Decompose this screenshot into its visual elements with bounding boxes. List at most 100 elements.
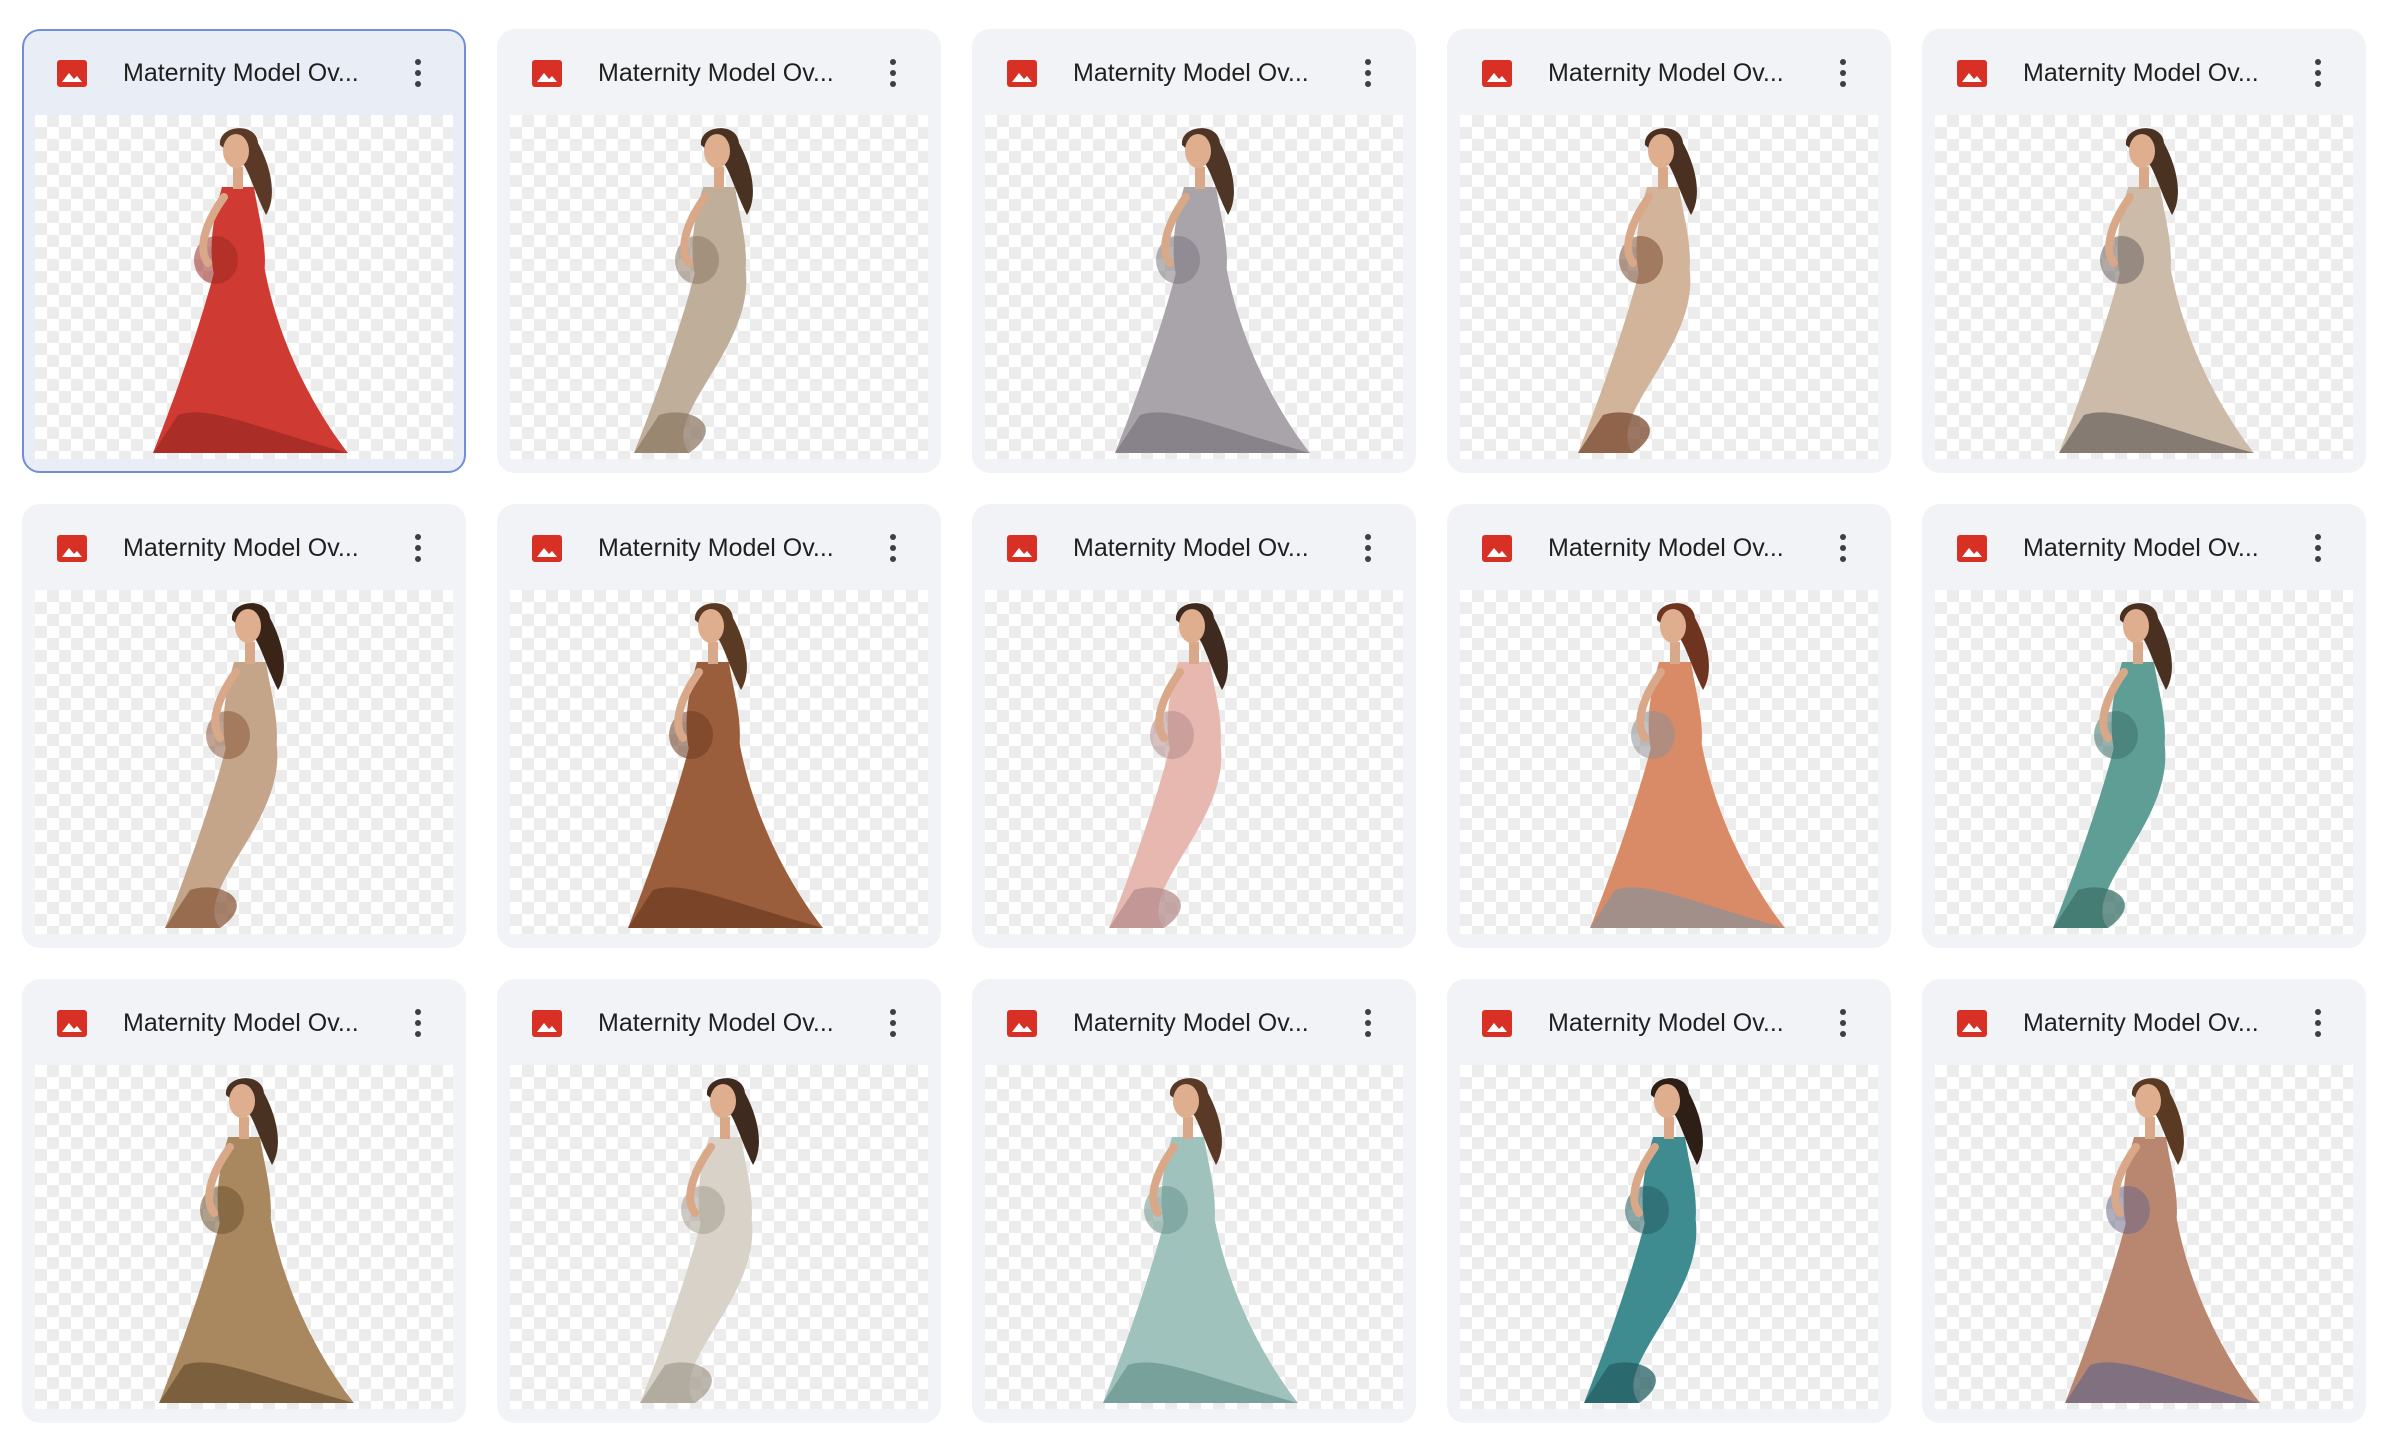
file-title: Maternity Model Ov... xyxy=(123,1009,359,1037)
more-actions-button[interactable] xyxy=(2298,51,2338,95)
file-thumbnail[interactable] xyxy=(1935,115,2353,459)
file-card-header: Maternity Model Ov... xyxy=(1922,29,2366,115)
file-thumbnail[interactable] xyxy=(510,1065,928,1409)
file-thumbnail[interactable] xyxy=(35,115,453,459)
image-file-icon xyxy=(1007,535,1037,562)
file-card[interactable]: Maternity Model Ov... xyxy=(972,504,1416,948)
more-dot-icon xyxy=(415,545,421,551)
file-card[interactable]: Maternity Model Ov... xyxy=(497,504,941,948)
file-card[interactable]: Maternity Model Ov... xyxy=(497,979,941,1423)
more-actions-button[interactable] xyxy=(398,526,438,570)
more-actions-button[interactable] xyxy=(1348,51,1388,95)
image-file-icon xyxy=(1007,1010,1037,1037)
more-dot-icon xyxy=(415,534,421,540)
more-actions-button[interactable] xyxy=(1348,526,1388,570)
file-card[interactable]: Maternity Model Ov... xyxy=(972,29,1416,473)
file-thumbnail[interactable] xyxy=(985,1065,1403,1409)
file-thumbnail[interactable] xyxy=(985,590,1403,934)
model-figure xyxy=(2053,603,2172,928)
file-thumbnail[interactable] xyxy=(1935,1065,2353,1409)
file-card-header: Maternity Model Ov... xyxy=(1447,504,1891,590)
model-figure xyxy=(165,603,284,928)
model-figure xyxy=(1578,128,1697,453)
model-figure xyxy=(1103,1078,1298,1403)
file-card-header: Maternity Model Ov... xyxy=(1922,504,2366,590)
more-dot-icon xyxy=(1840,556,1846,562)
file-thumbnail[interactable] xyxy=(1460,1065,1878,1409)
more-dot-icon xyxy=(890,1020,896,1026)
more-actions-button[interactable] xyxy=(873,526,913,570)
more-dot-icon xyxy=(415,70,421,76)
file-thumbnail[interactable] xyxy=(35,1065,453,1409)
more-actions-button[interactable] xyxy=(873,1001,913,1045)
more-dot-icon xyxy=(1840,1031,1846,1037)
file-thumbnail[interactable] xyxy=(35,590,453,934)
model-figure xyxy=(634,128,753,453)
more-dot-icon xyxy=(890,1031,896,1037)
more-dot-icon xyxy=(1840,1020,1846,1026)
more-actions-button[interactable] xyxy=(2298,1001,2338,1045)
file-card[interactable]: Maternity Model Ov... xyxy=(497,29,941,473)
more-dot-icon xyxy=(1365,1009,1371,1015)
file-card[interactable]: Maternity Model Ov... xyxy=(22,29,466,473)
more-actions-button[interactable] xyxy=(873,51,913,95)
file-title: Maternity Model Ov... xyxy=(2023,1009,2259,1037)
file-thumbnail[interactable] xyxy=(1460,590,1878,934)
more-dot-icon xyxy=(1365,1031,1371,1037)
file-card-header: Maternity Model Ov... xyxy=(22,504,466,590)
file-card[interactable]: Maternity Model Ov... xyxy=(1447,29,1891,473)
image-file-icon xyxy=(57,1010,87,1037)
more-dot-icon xyxy=(415,1031,421,1037)
more-actions-button[interactable] xyxy=(1823,51,1863,95)
file-card[interactable]: Maternity Model Ov... xyxy=(22,979,466,1423)
more-dot-icon xyxy=(1840,1009,1846,1015)
image-file-icon xyxy=(532,60,562,87)
more-dot-icon xyxy=(2315,534,2321,540)
image-file-icon xyxy=(1957,60,1987,87)
more-dot-icon xyxy=(890,556,896,562)
file-thumbnail[interactable] xyxy=(1460,115,1878,459)
model-figure xyxy=(2065,1078,2260,1403)
file-card-header: Maternity Model Ov... xyxy=(497,29,941,115)
more-dot-icon xyxy=(1365,70,1371,76)
file-thumbnail[interactable] xyxy=(985,115,1403,459)
file-card[interactable]: Maternity Model Ov... xyxy=(972,979,1416,1423)
file-thumbnail[interactable] xyxy=(510,590,928,934)
file-thumbnail[interactable] xyxy=(510,115,928,459)
file-card[interactable]: Maternity Model Ov... xyxy=(1922,504,2366,948)
more-dot-icon xyxy=(890,70,896,76)
file-card-header: Maternity Model Ov... xyxy=(1447,979,1891,1065)
more-dot-icon xyxy=(1365,545,1371,551)
file-title: Maternity Model Ov... xyxy=(598,1009,834,1037)
more-dot-icon xyxy=(415,1009,421,1015)
file-thumbnail[interactable] xyxy=(1935,590,2353,934)
file-card[interactable]: Maternity Model Ov... xyxy=(1447,979,1891,1423)
more-actions-button[interactable] xyxy=(398,51,438,95)
more-dot-icon xyxy=(890,1009,896,1015)
file-title: Maternity Model Ov... xyxy=(2023,534,2259,562)
more-dot-icon xyxy=(1840,59,1846,65)
file-card[interactable]: Maternity Model Ov... xyxy=(1922,979,2366,1423)
file-card[interactable]: Maternity Model Ov... xyxy=(22,504,466,948)
more-actions-button[interactable] xyxy=(2298,526,2338,570)
file-card[interactable]: Maternity Model Ov... xyxy=(1922,29,2366,473)
model-figure xyxy=(640,1078,759,1403)
image-file-icon xyxy=(1482,535,1512,562)
image-file-icon xyxy=(1007,60,1037,87)
more-actions-button[interactable] xyxy=(1348,1001,1388,1045)
more-actions-button[interactable] xyxy=(1823,1001,1863,1045)
more-dot-icon xyxy=(1840,81,1846,87)
more-actions-button[interactable] xyxy=(398,1001,438,1045)
more-dot-icon xyxy=(1365,534,1371,540)
file-card[interactable]: Maternity Model Ov... xyxy=(1447,504,1891,948)
image-file-icon xyxy=(532,535,562,562)
more-dot-icon xyxy=(2315,81,2321,87)
file-card-header: Maternity Model Ov... xyxy=(497,979,941,1065)
image-file-icon xyxy=(532,1010,562,1037)
file-card-header: Maternity Model Ov... xyxy=(1922,979,2366,1065)
more-dot-icon xyxy=(2315,1009,2321,1015)
file-title: Maternity Model Ov... xyxy=(1073,534,1309,562)
file-card-header: Maternity Model Ov... xyxy=(497,504,941,590)
more-actions-button[interactable] xyxy=(1823,526,1863,570)
file-title: Maternity Model Ov... xyxy=(2023,59,2259,87)
